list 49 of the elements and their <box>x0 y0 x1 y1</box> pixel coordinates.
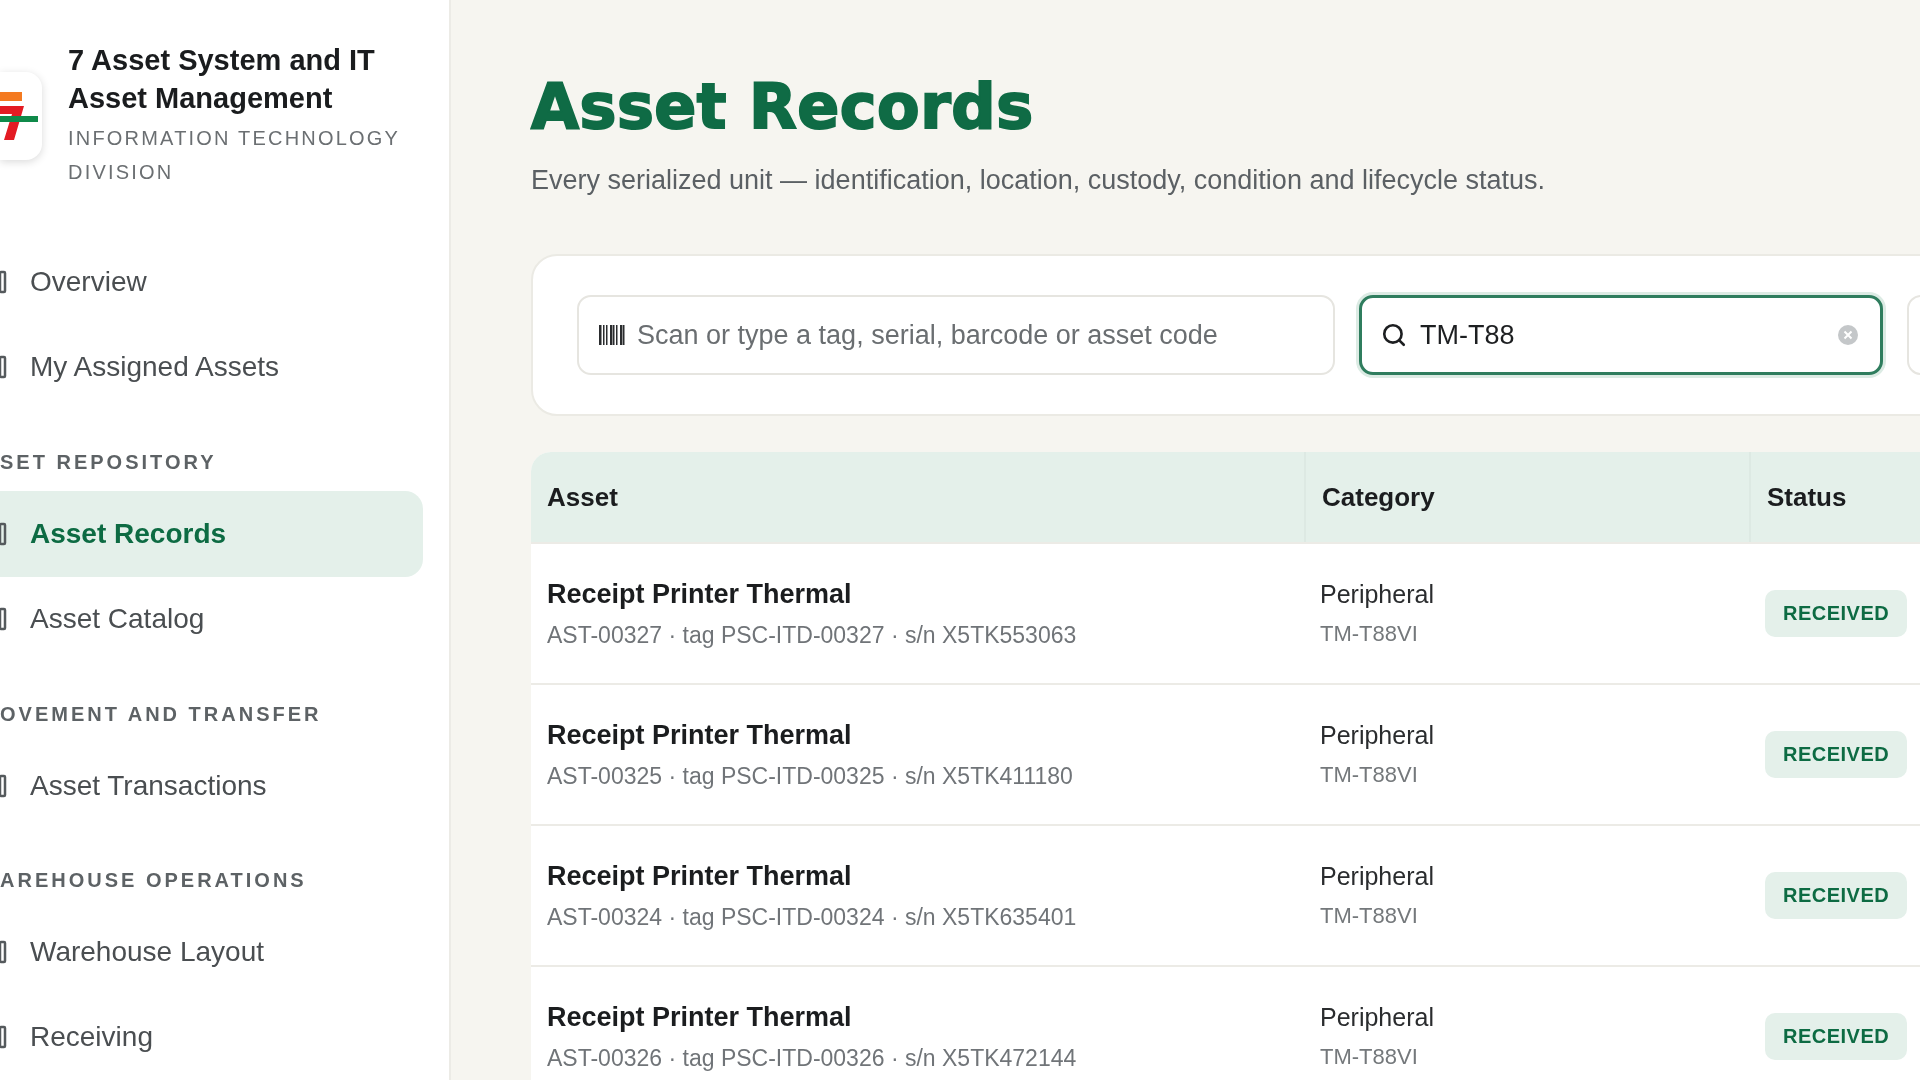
model-text: TM-T88VI <box>1320 1044 1419 1070</box>
page-subtitle: Every serialized unit — identification, location, custody, condition and lifecycle status. <box>531 165 1547 196</box>
nav-section-label: OVEMENT AND TRANSFER <box>0 702 323 726</box>
asset-name: Receipt Printer Thermal <box>547 860 853 892</box>
nav-icon <box>0 520 8 547</box>
status-badge: RECEIVED <box>1765 872 1908 919</box>
nav-item[interactable]: Receiving <box>0 994 423 1080</box>
scan-field[interactable]: Scan or type a tag, serial, barcode or asset code <box>577 295 1335 375</box>
nav-item[interactable]: Asset Transactions <box>0 742 423 829</box>
status-badge: RECEIVED <box>1765 590 1908 637</box>
search-field[interactable]: TM-T88 <box>1359 295 1883 375</box>
asset-name: Receipt Printer Thermal <box>547 719 853 751</box>
column-header: Status <box>1749 452 1920 542</box>
column-header: Category <box>1304 452 1749 542</box>
app-title: 7 Asset System and IT Asset Management <box>68 43 376 116</box>
clear-icon[interactable] <box>1837 324 1859 346</box>
page-title: Asset Records <box>531 70 1035 143</box>
category-text: Peripheral <box>1320 580 1435 609</box>
asset-details: AST-00324 · tag PSC-ITD-00324 · s/n X5TK635401 <box>547 903 1078 931</box>
nav-icon <box>0 354 8 381</box>
category-text: Peripheral <box>1320 721 1435 750</box>
nav-icon <box>0 772 8 799</box>
search-icon <box>1381 322 1407 348</box>
nav-icon <box>0 269 8 296</box>
nav-item[interactable]: Asset Catalog <box>0 576 423 662</box>
column-header: Asset <box>546 480 619 514</box>
nav-icon <box>0 1024 8 1051</box>
asset-name: Receipt Printer Thermal <box>547 1001 853 1033</box>
model-text: TM-T88VI <box>1320 903 1419 929</box>
status-badge: RECEIVED <box>1765 1013 1908 1060</box>
status-badge: RECEIVED <box>1765 731 1908 778</box>
nav-icon <box>0 938 8 965</box>
category-text: Peripheral <box>1320 862 1435 891</box>
nav-icon <box>0 606 8 633</box>
nav-item[interactable]: My Assigned Assets <box>0 324 423 411</box>
category-text: Peripheral <box>1320 1003 1435 1032</box>
nav-item[interactable]: Asset Records <box>0 491 423 577</box>
asset-details: AST-00327 · tag PSC-ITD-00327 · s/n X5TK553063 <box>547 621 1078 649</box>
model-text: TM-T88VI <box>1320 762 1419 788</box>
app-subtitle: INFORMATION TECHNOLOGY DIVISION <box>68 126 401 186</box>
nav-section-label: AREHOUSE OPERATIONS <box>0 869 308 893</box>
nav-item[interactable]: Warehouse Layout <box>0 909 423 995</box>
barcode-icon <box>599 324 625 346</box>
asset-details: AST-00326 · tag PSC-ITD-00326 · s/n X5TK472144 <box>547 1044 1078 1072</box>
asset-name: Receipt Printer Thermal <box>547 578 853 610</box>
nav-item[interactable]: Overview <box>0 239 423 325</box>
model-text: TM-T88VI <box>1320 621 1419 647</box>
nav-section-label: SET REPOSITORY <box>0 451 218 475</box>
asset-details: AST-00325 · tag PSC-ITD-00325 · s/n X5TK411180 <box>547 762 1074 790</box>
